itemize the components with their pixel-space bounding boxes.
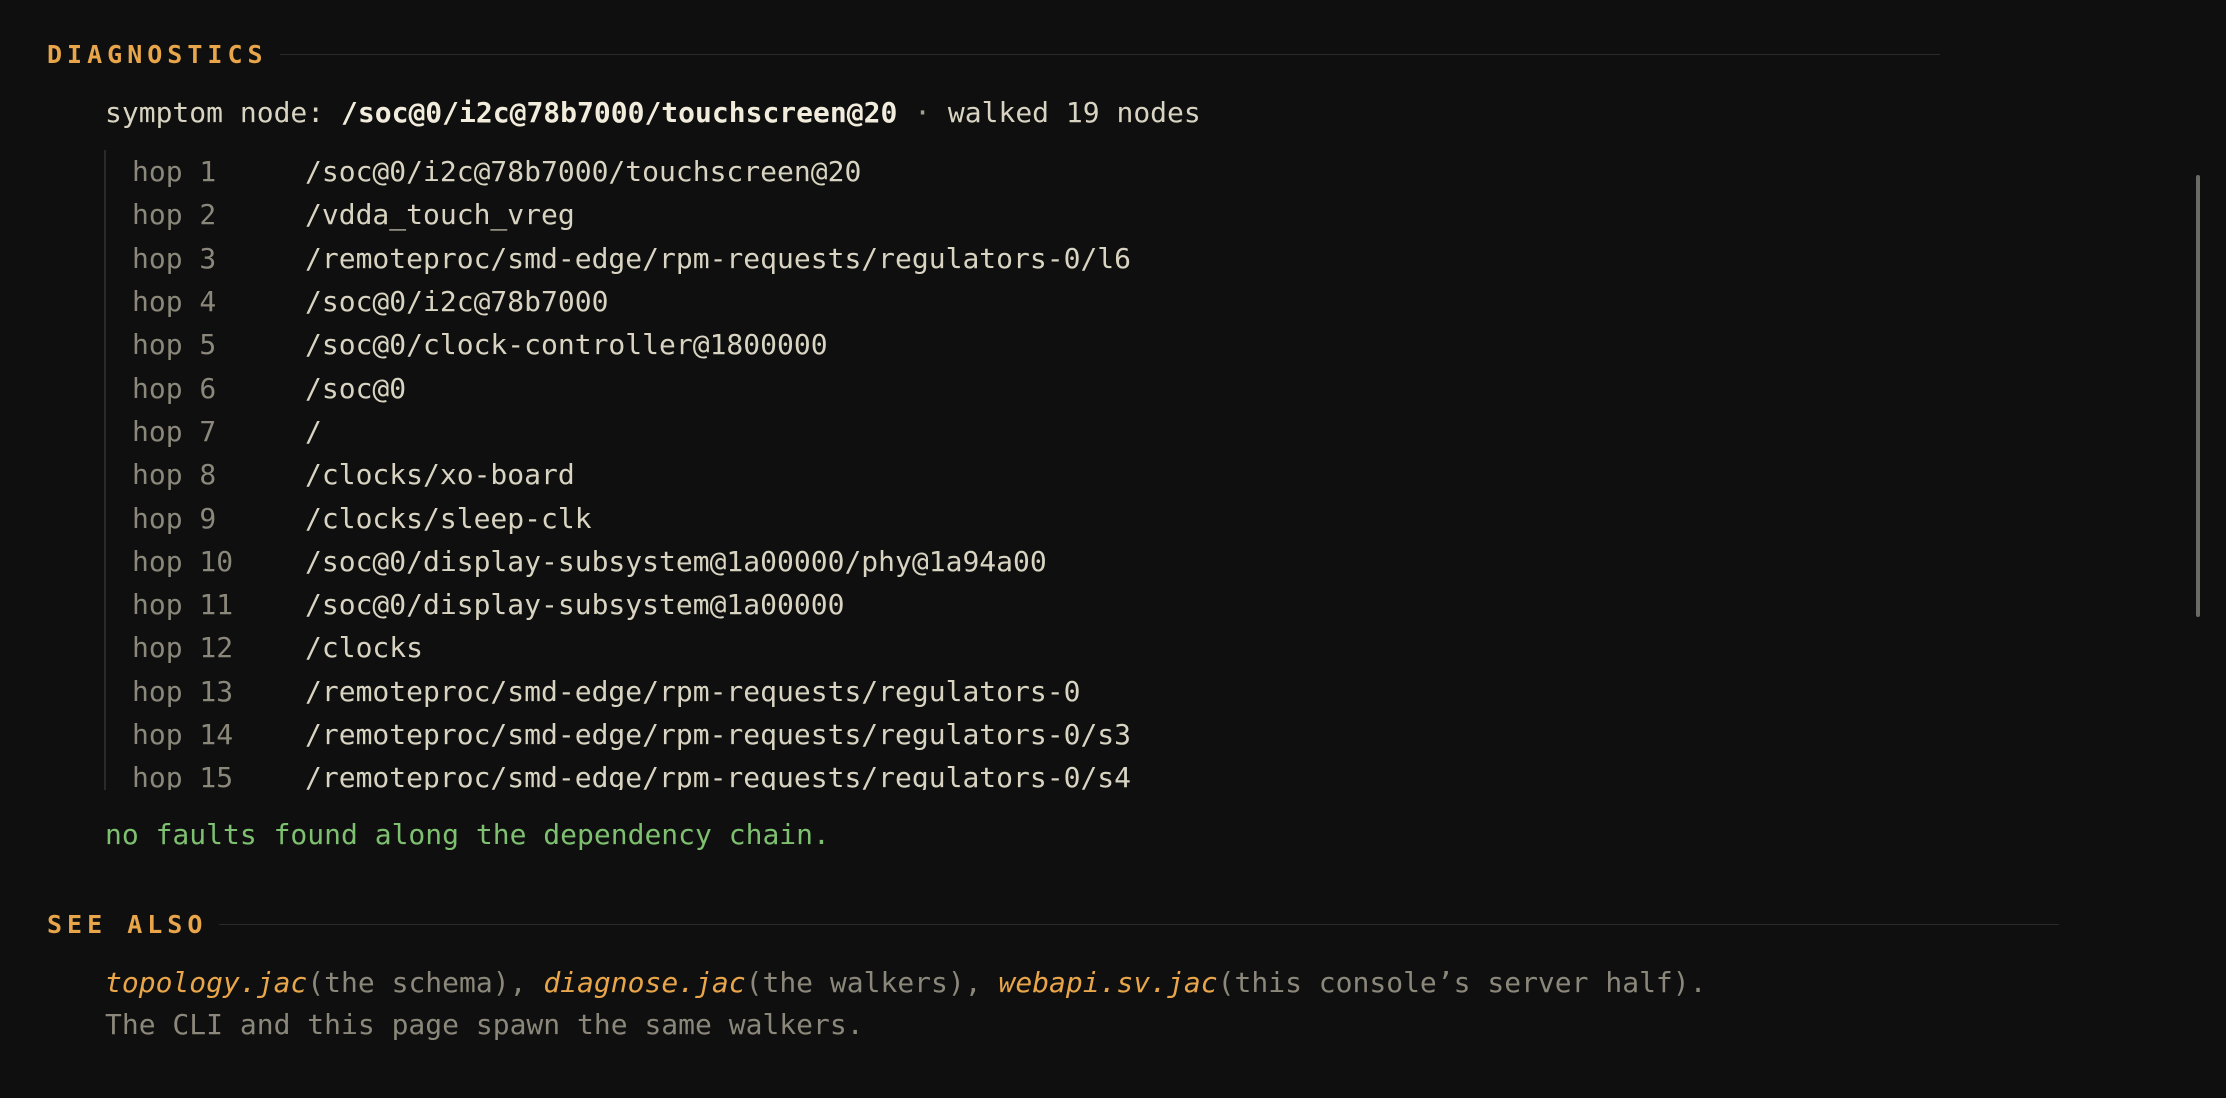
hop-path: /clocks [305, 631, 424, 665]
hop-path: /remoteproc/smd-edge/rpm-requests/regula… [305, 761, 1132, 790]
link-separator: , [509, 966, 544, 999]
file-description: (the walkers) [745, 966, 965, 999]
diagnostics-section-header: DIAGNOSTICS [47, 40, 1940, 69]
hop-label: hop 13 [132, 674, 234, 708]
hop-label: hop 15 [132, 761, 234, 790]
hop-label: hop 14 [132, 718, 234, 751]
see-also-note: The CLI and this page spawn the same wal… [105, 1008, 864, 1041]
symptom-summary: symptom node: /soc@0/i2c@78b7000/touchsc… [105, 96, 1201, 129]
hop-list-scrollbar[interactable] [2196, 175, 2200, 617]
hop-list[interactable]: hop 1/soc@0/i2c@78b7000/touchscreen@20 ho… [104, 150, 2196, 790]
hop-row: hop 14/remoteproc/smd-edge/rpm-requests/… [106, 713, 2196, 756]
see-also-section-header: SEE ALSO [47, 910, 2060, 939]
hop-path: /vdda_touch_vreg [305, 198, 575, 232]
link-separator: , [964, 966, 999, 999]
hop-row: hop 5/soc@0/clock-controller@1800000 [106, 323, 2196, 366]
section-divider [219, 924, 2060, 925]
hop-path: / [305, 414, 322, 448]
see-also-title: SEE ALSO [47, 910, 208, 939]
hop-row: hop 12/clocks [106, 626, 2196, 669]
link-separator: . [1689, 966, 1707, 999]
hop-label: hop 3 [132, 241, 217, 275]
hop-path: /remoteproc/smd-edge/rpm-requests/regula… [305, 674, 1081, 708]
diagnostics-title: DIAGNOSTICS [47, 40, 268, 69]
see-also-links: topology.jac(the schema), diagnose.jac(t… [105, 966, 1707, 999]
hop-label: hop 7 [132, 414, 217, 448]
hop-row: hop 15/remoteproc/smd-edge/rpm-requests/… [106, 756, 2196, 790]
hop-label: hop 5 [132, 328, 217, 362]
hop-path: /soc@0/clock-controller@1800000 [305, 328, 828, 362]
hop-row: hop 3/remoteproc/smd-edge/rpm-requests/r… [106, 237, 2196, 280]
hop-row: hop 7 / [106, 410, 2196, 453]
file-description: (this console’s server half) [1217, 966, 1690, 999]
section-divider [279, 54, 1940, 55]
hop-label: hop 9 [132, 501, 217, 535]
hop-label: hop 12 [132, 631, 234, 665]
hop-row: hop 2/vdda_touch_vreg [106, 193, 2196, 236]
hop-path: /soc@0/i2c@78b7000 [305, 285, 609, 319]
hop-row: hop 11/soc@0/display-subsystem@1a00000 [106, 583, 2196, 626]
hop-label: hop 1 [132, 155, 217, 189]
hop-label: hop 10 [132, 544, 234, 578]
hop-label: hop 11 [132, 588, 234, 622]
file-link[interactable]: topology.jac [105, 966, 307, 999]
hop-path: /soc@0/display-subsystem@1a00000 [305, 588, 845, 622]
hop-path: /soc@0/i2c@78b7000/touchscreen@20 [305, 155, 862, 189]
hop-label: hop 4 [132, 285, 217, 319]
hop-row: hop 9/clocks/sleep-clk [106, 496, 2196, 539]
symptom-prefix: symptom node: [105, 96, 342, 129]
hop-row: hop 1/soc@0/i2c@78b7000/touchscreen@20 [106, 150, 2196, 193]
hop-row: hop 10/soc@0/display-subsystem@1a00000/p… [106, 540, 2196, 583]
hop-row: hop 4/soc@0/i2c@78b7000 [106, 280, 2196, 323]
file-description: (the schema) [307, 966, 510, 999]
hop-row: hop 8/clocks/xo-board [106, 453, 2196, 496]
hop-row: hop 13/remoteproc/smd-edge/rpm-requests/… [106, 670, 2196, 713]
walked-count: walked 19 nodes [947, 96, 1201, 129]
hop-path: /soc@0/display-subsystem@1a00000/phy@1a9… [305, 544, 1047, 578]
diagnosis-result: no faults found along the dependency cha… [105, 818, 830, 851]
symptom-node-path[interactable]: /soc@0/i2c@78b7000/touchscreen@20 [341, 96, 897, 129]
hop-label: hop 8 [132, 458, 217, 492]
hop-path: /remoteproc/smd-edge/rpm-requests/regula… [305, 241, 1132, 275]
hop-path: /clocks/xo-board [305, 458, 575, 492]
file-link[interactable]: diagnose.jac [543, 966, 745, 999]
hop-path: /remoteproc/smd-edge/rpm-requests/regula… [305, 718, 1132, 751]
hop-label: hop 6 [132, 371, 217, 405]
hop-path: /soc@0 [305, 371, 407, 405]
hop-row: hop 6/soc@0 [106, 366, 2196, 409]
file-link[interactable]: webapi.sv.jac [998, 966, 1217, 999]
hop-label: hop 2 [132, 198, 217, 232]
symptom-separator: · [897, 96, 948, 129]
hop-path: /clocks/sleep-clk [305, 501, 592, 535]
